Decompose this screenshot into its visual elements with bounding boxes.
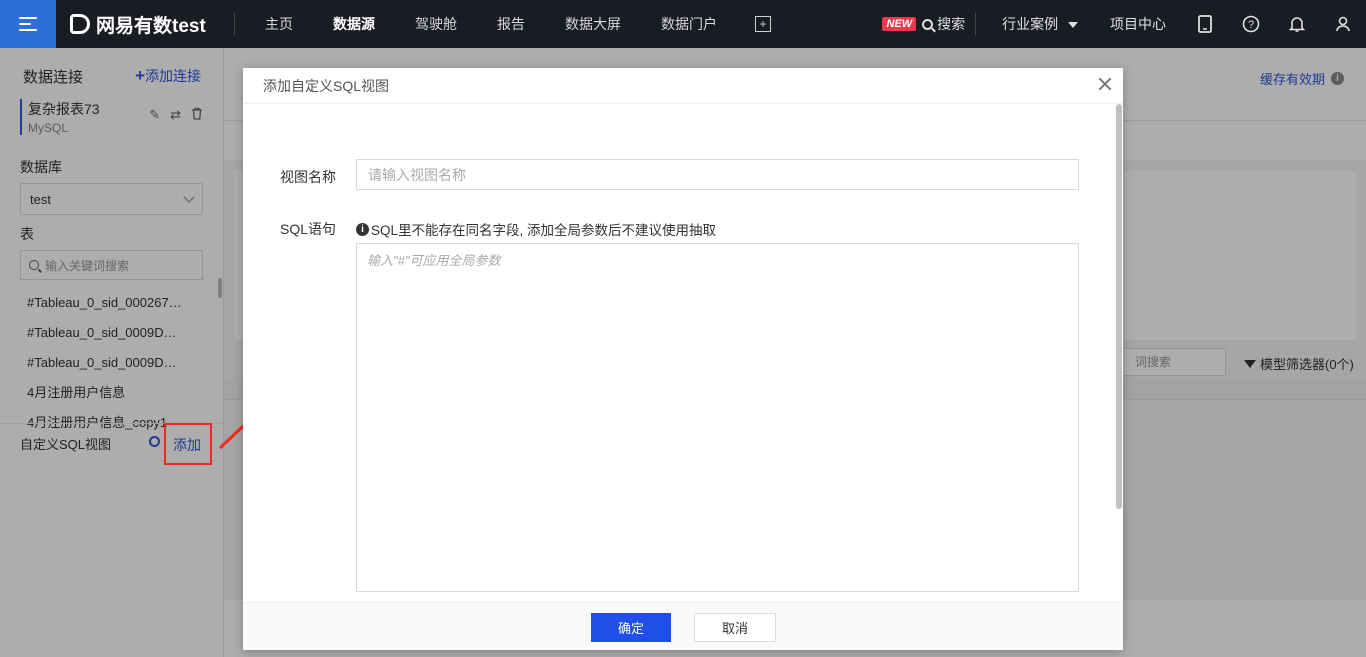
brand-name: 网易有数test — [96, 15, 206, 37]
scroll-thumb[interactable] — [1116, 104, 1122, 509]
new-badge: NEW — [882, 17, 917, 31]
view-name-label: 视图名称 — [280, 169, 336, 185]
help-icon-glyph: ? — [1248, 19, 1254, 31]
dialog-header: 添加自定义SQL视图 — [243, 68, 1123, 104]
dialog-scrollbar[interactable] — [1115, 104, 1123, 604]
nav-search-button[interactable]: 搜索 — [922, 14, 965, 34]
dialog-footer: 确定 取消 — [243, 602, 1123, 650]
nav-search-label: 搜索 — [937, 16, 966, 32]
annotation-highlight-box — [164, 423, 212, 465]
nav-datasource[interactable]: 数据源 — [313, 0, 395, 48]
bell-icon[interactable] — [1274, 0, 1320, 48]
nav-home[interactable]: 主页 — [245, 0, 313, 48]
dialog-title: 添加自定义SQL视图 — [263, 77, 390, 94]
sql-tip: i SQL里不能存在同名字段, 添加全局参数后不建议使用抽取 — [356, 219, 716, 239]
nav-portal[interactable]: 数据门户 — [641, 0, 737, 48]
info-icon: i — [356, 222, 369, 236]
nav-report[interactable]: 报告 — [477, 0, 545, 48]
nav-right: NEW 搜索 行业案例 项目中心 ? — [882, 0, 1366, 48]
sql-label: SQL语句 — [280, 221, 337, 237]
nav-cockpit[interactable]: 驾驶舱 — [395, 0, 477, 48]
user-icon[interactable] — [1320, 0, 1366, 48]
nav-project-center[interactable]: 项目中心 — [1094, 14, 1182, 34]
top-nav: 网易有数test 主页 数据源 驾驶舱 报告 数据大屏 数据门户 + NEW 搜… — [0, 0, 1366, 48]
view-name-input[interactable] — [356, 159, 1079, 190]
nav-industry-cases[interactable]: 行业案例 — [986, 14, 1094, 34]
cancel-button[interactable]: 取消 — [694, 613, 776, 642]
help-icon[interactable]: ? — [1228, 0, 1274, 48]
add-sql-view-dialog: 添加自定义SQL视图 视图名称 SQL语句 i SQL里不能存在同名字段, 添加… — [243, 68, 1123, 650]
add-tab-icon[interactable]: + — [755, 16, 771, 32]
sql-textarea[interactable] — [356, 243, 1079, 592]
nav-divider-2 — [975, 13, 977, 35]
sql-tip-text: SQL里不能存在同名字段, 添加全局参数后不建议使用抽取 — [371, 223, 717, 238]
confirm-button[interactable]: 确定 — [591, 613, 671, 642]
hamburger-icon — [19, 17, 37, 31]
close-icon[interactable] — [1097, 76, 1113, 92]
nav-divider — [234, 13, 235, 35]
search-icon — [922, 18, 934, 30]
menu-button[interactable] — [0, 0, 56, 48]
tablet-icon[interactable] — [1182, 0, 1228, 48]
brand-logo[interactable]: 网易有数test — [56, 11, 224, 38]
caret-down-icon — [1068, 22, 1078, 29]
nav-bigscreen[interactable]: 数据大屏 — [545, 0, 641, 48]
logo-icon — [70, 14, 90, 34]
industry-cases-label: 行业案例 — [1002, 16, 1059, 32]
